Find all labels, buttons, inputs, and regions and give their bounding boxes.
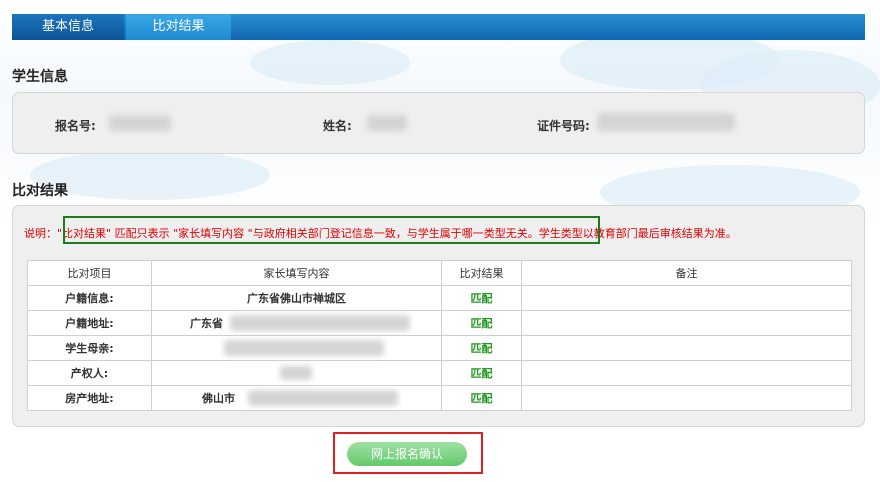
table-row: 户籍信息: 广东省佛山市禅城区 匹配 (27, 285, 852, 311)
row-item: 学生母亲: (27, 335, 152, 361)
cloud-decoration (250, 40, 410, 85)
row-item: 户籍信息: (27, 285, 152, 311)
table-row: 房产地址: 佛山市 匹配 (27, 385, 852, 411)
row-item: 房产地址: (27, 385, 152, 411)
header-item: 比对项目 (27, 260, 152, 286)
row-content: 广东省 (151, 310, 442, 336)
row-result: 匹配 (441, 360, 522, 386)
name-redacted (367, 115, 407, 131)
row-note (521, 285, 852, 311)
notice-prefix: 说明： (24, 227, 57, 240)
confirm-highlight-box: 网上报名确认 (333, 432, 483, 474)
row-content: 佛山市 (151, 385, 442, 411)
reg-no-redacted (109, 115, 171, 131)
row-content: 广东省佛山市禅城区 (151, 285, 442, 311)
table-row: 学生母亲: 匹配 (27, 335, 852, 361)
header-note: 备注 (521, 260, 852, 286)
row-result: 匹配 (441, 310, 522, 336)
compare-table: 比对项目 家长填写内容 比对结果 备注 户籍信息: 广东省佛山市禅城区 匹配 户… (27, 260, 852, 411)
row-content (151, 335, 442, 361)
content-redacted (230, 315, 410, 331)
content-redacted (280, 366, 312, 380)
table-row: 产权人: 匹配 (27, 360, 852, 386)
row-note (521, 310, 852, 336)
student-info-panel: 报名号: 姓名: 证件号码: (12, 92, 865, 154)
header-result: 比对结果 (441, 260, 522, 286)
row-result: 匹配 (441, 285, 522, 311)
tab-basic-info[interactable]: 基本信息 (12, 14, 124, 40)
row-result: 匹配 (441, 335, 522, 361)
online-registration-confirm-button[interactable]: 网上报名确认 (347, 442, 467, 466)
id-label: 证件号码: (537, 119, 590, 133)
content-redacted (224, 340, 384, 356)
row-content (151, 360, 442, 386)
tab-compare-result[interactable]: 比对结果 (126, 14, 231, 40)
row-note (521, 360, 852, 386)
compare-title: 比对结果 (12, 183, 68, 199)
table-row: 户籍地址: 广东省 匹配 (27, 310, 852, 336)
tab-bar: 基本信息 比对结果 (12, 14, 865, 40)
row-item: 产权人: (27, 360, 152, 386)
row-item: 户籍地址: (27, 310, 152, 336)
row-note (521, 335, 852, 361)
row-content-text: 佛山市 (202, 392, 235, 405)
name-label: 姓名: (323, 119, 352, 133)
reg-no-label: 报名号: (55, 119, 96, 133)
compare-panel: 说明："比对结果" 匹配只表示 "家长填写内容 "与政府相关部门登记信息一致，与… (12, 205, 865, 427)
row-result: 匹配 (441, 385, 522, 411)
table-header-row: 比对项目 家长填写内容 比对结果 备注 (27, 260, 852, 286)
notice-highlight-box (63, 216, 600, 244)
id-redacted (597, 113, 735, 131)
row-note (521, 385, 852, 411)
row-content-text: 广东省 (190, 317, 223, 330)
student-info-title: 学生信息 (12, 69, 68, 85)
content-redacted (248, 390, 398, 406)
header-content: 家长填写内容 (151, 260, 442, 286)
